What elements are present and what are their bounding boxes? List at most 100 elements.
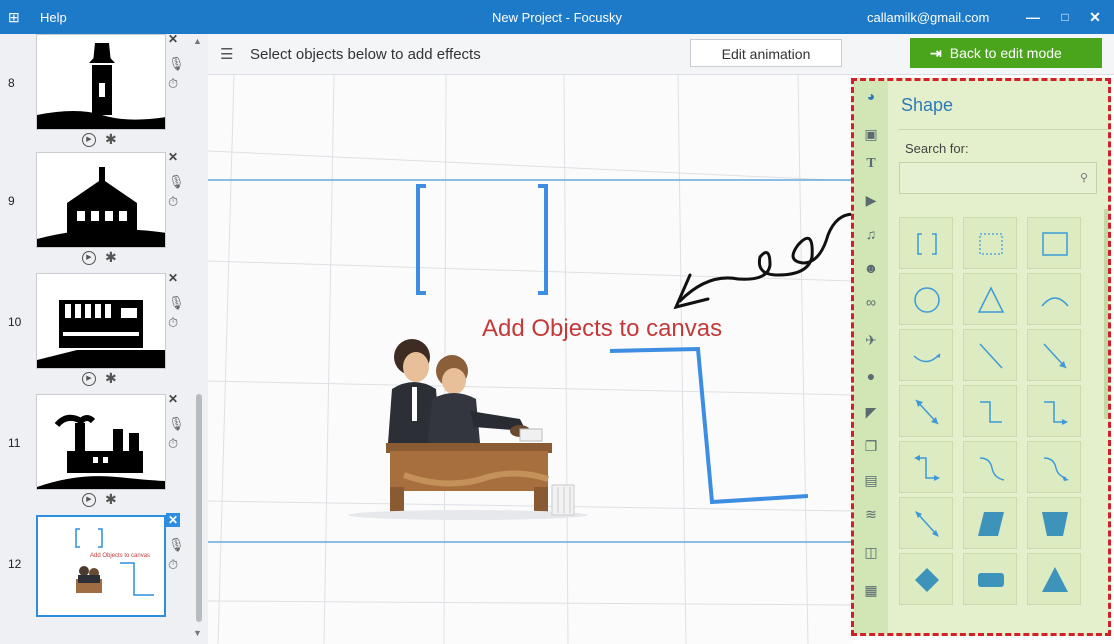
exit-icon: ⇥ (930, 45, 942, 61)
timer-icon[interactable]: ⏱ (168, 76, 178, 92)
shape-elbow-arrow-tile[interactable] (1027, 385, 1081, 437)
search-icon[interactable]: ⚲ (1080, 171, 1088, 184)
factory-silhouette (37, 300, 165, 368)
elbow-line-shape (609, 346, 809, 505)
video-category-icon[interactable]: ▶ (862, 191, 880, 209)
slide-item-active[interactable]: 12 Add Objects to canvas ✕ 🎙 ⏱ (0, 513, 190, 635)
sticker-category-icon[interactable]: ◤ (862, 403, 880, 421)
shape-arrow-tile[interactable] (1027, 329, 1081, 381)
gear-icon[interactable]: ✱ (105, 491, 117, 508)
right-bracket-shape (538, 184, 548, 295)
delete-slide-icon[interactable]: ✕ (166, 513, 180, 527)
toolbar-hint: Select objects below to add effects (250, 46, 481, 63)
microphone-icon[interactable]: 🎙 (168, 56, 185, 72)
slide-thumbnail[interactable] (36, 394, 166, 490)
scroll-up-icon[interactable]: ▲ (193, 36, 202, 46)
house-silhouette (37, 167, 165, 247)
industrial-silhouette (37, 414, 165, 489)
shape-curve-double-arrow-tile[interactable] (899, 497, 953, 549)
slide-number: 10 (8, 315, 22, 329)
link-category-icon[interactable]: ∞ (862, 293, 880, 311)
slide-thumbnail[interactable] (36, 34, 166, 130)
slide-item[interactable]: 8 ✕ 🎙 ⏱ ▶ ✱ (0, 32, 190, 154)
delete-slide-icon[interactable]: ✕ (166, 392, 180, 406)
shape-curve-arrow-tile[interactable] (1027, 441, 1081, 493)
canvas-text[interactable]: Add Objects to canvas (482, 315, 722, 343)
flash-category-icon[interactable]: ● (862, 367, 880, 385)
shape-elbow-line-tile[interactable] (963, 385, 1017, 437)
play-icon[interactable]: ▶ (82, 493, 96, 507)
slide-item[interactable]: 11 ✕ 🎙 ⏱ ▶ ✱ (0, 392, 190, 514)
shape-rounded-rect-tile[interactable] (963, 553, 1017, 605)
shape-diamond-tile[interactable] (899, 553, 953, 605)
panel-scrollbar[interactable] (1104, 209, 1108, 419)
music-category-icon[interactable]: ♫ (862, 225, 880, 243)
shape-arc-tile[interactable] (1027, 273, 1081, 325)
list-icon: ☰ (220, 46, 234, 63)
shape-triangle-tile[interactable] (963, 273, 1017, 325)
canvas[interactable]: Add Objects to canvas (208, 75, 853, 644)
shape-trapezoid-tile[interactable] (1027, 497, 1081, 549)
gear-icon[interactable]: ✱ (105, 370, 117, 387)
scroll-down-icon[interactable]: ▼ (193, 628, 202, 638)
layout-category-icon[interactable]: ▤ (862, 471, 880, 489)
panel-title: Shape (901, 95, 954, 115)
delete-slide-icon[interactable]: ✕ (166, 150, 180, 164)
slides-panel: 8 ✕ 🎙 ⏱ ▶ ✱ 9 ✕ 🎙 ⏱ ▶ ✱ 10 ✕ 🎙 ⏱ ▶ ✱ 11 … (0, 32, 209, 644)
objects-panel: ◕ ▣ T ▶ ♫ ☻ ∞ ✈ ● ◤ ❐ ▤ ≋ ◫ ▦ Shape Sear… (851, 78, 1111, 636)
timer-icon[interactable]: ⏱ (168, 194, 178, 210)
slide-thumbnail[interactable]: Add Objects to canvas (36, 515, 166, 617)
shape-curve-tile[interactable] (963, 441, 1017, 493)
slide-thumbnail[interactable] (36, 152, 166, 248)
maximize-button[interactable]: □ (1052, 5, 1078, 29)
shape-category-icon[interactable]: ◕ (862, 87, 880, 105)
slide-item[interactable]: 9 ✕ 🎙 ⏱ ▶ ✱ (0, 150, 190, 272)
left-bracket-shape (416, 184, 426, 295)
microphone-icon[interactable]: 🎙 (168, 174, 185, 190)
microphone-icon[interactable]: 🎙 (168, 295, 185, 311)
shape-brackets-tile[interactable] (899, 217, 953, 269)
shape-parallelogram-tile[interactable] (963, 497, 1017, 549)
slide-item[interactable]: 10 ✕ 🎙 ⏱ ▶ ✱ (0, 271, 190, 393)
plane-category-icon[interactable]: ✈ (862, 331, 880, 349)
shape-line-tile[interactable] (963, 329, 1017, 381)
microphone-icon[interactable]: 🎙 (168, 537, 185, 553)
people-category-icon[interactable]: ☻ (862, 259, 880, 277)
timer-icon[interactable]: ⏱ (168, 315, 178, 331)
play-icon[interactable]: ▶ (82, 372, 96, 386)
slide-preview: Add Objects to canvas (75, 528, 154, 596)
search-input[interactable]: ⚲ (899, 162, 1097, 194)
play-icon[interactable]: ▶ (82, 133, 96, 147)
close-button[interactable]: ✕ (1082, 5, 1108, 29)
delete-slide-icon[interactable]: ✕ (166, 32, 180, 46)
shape-circle-tile[interactable] (899, 273, 953, 325)
text-category-icon[interactable]: T (862, 155, 880, 173)
delete-slide-icon[interactable]: ✕ (166, 271, 180, 285)
back-to-edit-mode-button[interactable]: ⇥ Back to edit mode (910, 38, 1102, 68)
edit-animation-button[interactable]: Edit animation (690, 39, 842, 67)
category-bar: ◕ ▣ T ▶ ♫ ☻ ∞ ✈ ● ◤ ❐ ▤ ≋ ◫ ▦ (854, 81, 888, 633)
layers-category-icon[interactable]: ❐ (862, 437, 880, 455)
timer-icon[interactable]: ⏱ (168, 557, 178, 573)
stack-category-icon[interactable]: ≋ (862, 505, 880, 523)
gear-icon[interactable]: ✱ (105, 249, 117, 266)
image-category-icon[interactable]: ▣ (862, 125, 880, 143)
slides-scrollbar[interactable] (196, 394, 202, 622)
shape-rectangle-tile[interactable] (1027, 217, 1081, 269)
shape-double-arrow-tile[interactable] (899, 385, 953, 437)
play-icon[interactable]: ▶ (82, 251, 96, 265)
minimize-button[interactable]: — (1020, 5, 1046, 29)
shape-filled-triangle-tile[interactable] (1027, 553, 1081, 605)
shape-dotted-rect-tile[interactable] (963, 217, 1017, 269)
church-silhouette (37, 43, 165, 129)
account-email[interactable]: callamilk@gmail.com (867, 10, 989, 25)
slide-thumbnail[interactable] (36, 273, 166, 369)
document-category-icon[interactable]: ▦ (862, 581, 880, 599)
shape-curved-arrow-tile[interactable] (899, 329, 953, 381)
shape-elbow-double-arrow-tile[interactable] (899, 441, 953, 493)
note-category-icon[interactable]: ◫ (862, 543, 880, 561)
gear-icon[interactable]: ✱ (105, 131, 117, 148)
microphone-icon[interactable]: 🎙 (168, 416, 185, 432)
timer-icon[interactable]: ⏱ (168, 436, 178, 452)
canvas-graphics (208, 75, 853, 644)
